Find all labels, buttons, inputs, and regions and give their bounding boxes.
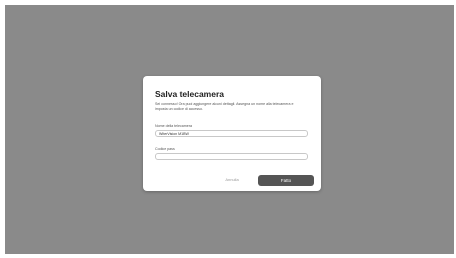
- camera-name-input[interactable]: [155, 130, 308, 137]
- camera-name-label: Nome della telecamera: [155, 124, 192, 128]
- cancel-button[interactable]: Annulla: [213, 175, 251, 185]
- passcode-input[interactable]: [155, 153, 308, 160]
- passcode-label: Codice pass: [155, 147, 175, 151]
- dialog-description: Sei connesso! Ora puoi aggiungere alcuni…: [155, 102, 294, 111]
- done-button[interactable]: Fatto: [258, 175, 314, 186]
- dialog-title: Salva telecamera: [155, 89, 224, 99]
- save-camera-dialog: Salva telecamera Sei connesso! Ora puoi …: [143, 76, 321, 191]
